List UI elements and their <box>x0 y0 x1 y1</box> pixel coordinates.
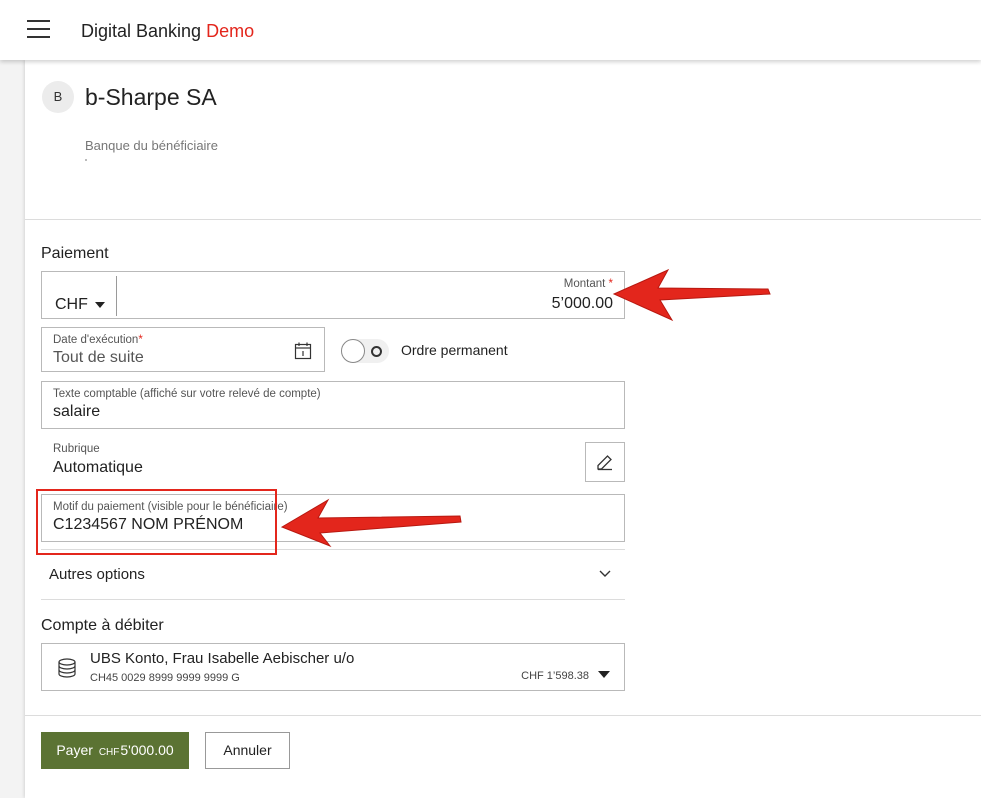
bank-label: Banque du bénéficiaire <box>85 138 218 153</box>
bank-value-placeholder <box>85 159 87 161</box>
chevron-down-icon <box>599 570 611 577</box>
debit-account-select[interactable]: UBS Konto, Frau Isabelle Aebischer u/o C… <box>41 643 625 691</box>
edit-icon <box>597 455 612 471</box>
standing-order-label: Ordre permanent <box>401 342 508 358</box>
toggle-off-indicator <box>371 346 382 357</box>
coins-icon <box>58 658 76 678</box>
payment-reference-input[interactable]: C1234567 NOM PRÉNOM <box>53 516 243 534</box>
menu-icon[interactable] <box>27 20 50 38</box>
app-title-main: Digital Banking <box>81 21 202 41</box>
app-header: Digital Banking Demo <box>0 0 981 60</box>
pay-button[interactable]: Payer CHF5'000.00 <box>41 732 189 769</box>
required-mark: * <box>138 334 143 346</box>
divider <box>41 599 625 600</box>
currency-select[interactable]: CHF <box>55 296 105 314</box>
amount-label: Montant * <box>564 278 613 290</box>
payment-reference-field[interactable]: Motif du paiement (visible pour le bénéf… <box>41 494 625 542</box>
payment-reference-label: Motif du paiement (visible pour le bénéf… <box>53 501 288 513</box>
currency-value: CHF <box>55 296 88 313</box>
caret-down-icon <box>598 671 610 678</box>
account-balance: CHF 1’598.38 <box>521 670 589 682</box>
divider <box>25 219 981 220</box>
divider <box>25 715 981 716</box>
more-options-toggle[interactable]: Autres options <box>41 550 625 600</box>
pay-button-label: Payer <box>56 742 93 758</box>
more-options-label: Autres options <box>49 566 145 583</box>
payment-panel: B b-Sharpe SA Banque du bénéficiaire Pai… <box>25 60 981 798</box>
execution-date-field[interactable]: Date d'exécution* Tout de suite <box>41 327 325 372</box>
booking-text-label: Texte comptable (affiché sur votre relev… <box>53 388 321 400</box>
category-label: Rubrique <box>53 443 100 455</box>
edit-category-button[interactable] <box>585 442 625 482</box>
booking-text-input[interactable]: salaire <box>53 403 100 421</box>
avatar: B <box>42 81 74 113</box>
standing-order-toggle[interactable] <box>341 339 389 363</box>
pay-button-amount: 5'000.00 <box>120 742 174 758</box>
toggle-knob <box>341 339 365 363</box>
required-mark: * <box>608 278 613 290</box>
app-title-accent: Demo <box>206 21 255 41</box>
field-divider <box>116 276 117 316</box>
execution-date-value: Tout de suite <box>53 349 144 366</box>
execution-date-label: Date d'exécution* <box>53 334 143 346</box>
cancel-button[interactable]: Annuler <box>205 732 290 769</box>
amount-input[interactable]: 5’000.00 <box>552 295 613 313</box>
account-name: UBS Konto, Frau Isabelle Aebischer u/o <box>90 650 355 667</box>
pay-button-currency: CHF <box>98 747 120 758</box>
amount-field[interactable]: CHF Montant * 5’000.00 <box>41 271 625 319</box>
payee-name: b-Sharpe SA <box>85 84 217 110</box>
debit-account-section-label: Compte à débiter <box>41 617 164 634</box>
amount-label-text: Montant <box>563 278 606 290</box>
category-value: Automatique <box>53 459 143 476</box>
app-title: Digital Banking Demo <box>81 21 254 42</box>
execution-date-label-text: Date d'exécution <box>53 334 139 346</box>
account-iban: CH45 0029 8999 9999 9999 G <box>90 672 240 684</box>
booking-text-field[interactable]: Texte comptable (affiché sur votre relev… <box>41 381 625 429</box>
chevron-down-icon <box>94 301 105 308</box>
payment-section-label: Paiement <box>41 245 109 262</box>
calendar-icon[interactable] <box>294 342 312 360</box>
category-field: Rubrique Automatique <box>41 437 571 485</box>
